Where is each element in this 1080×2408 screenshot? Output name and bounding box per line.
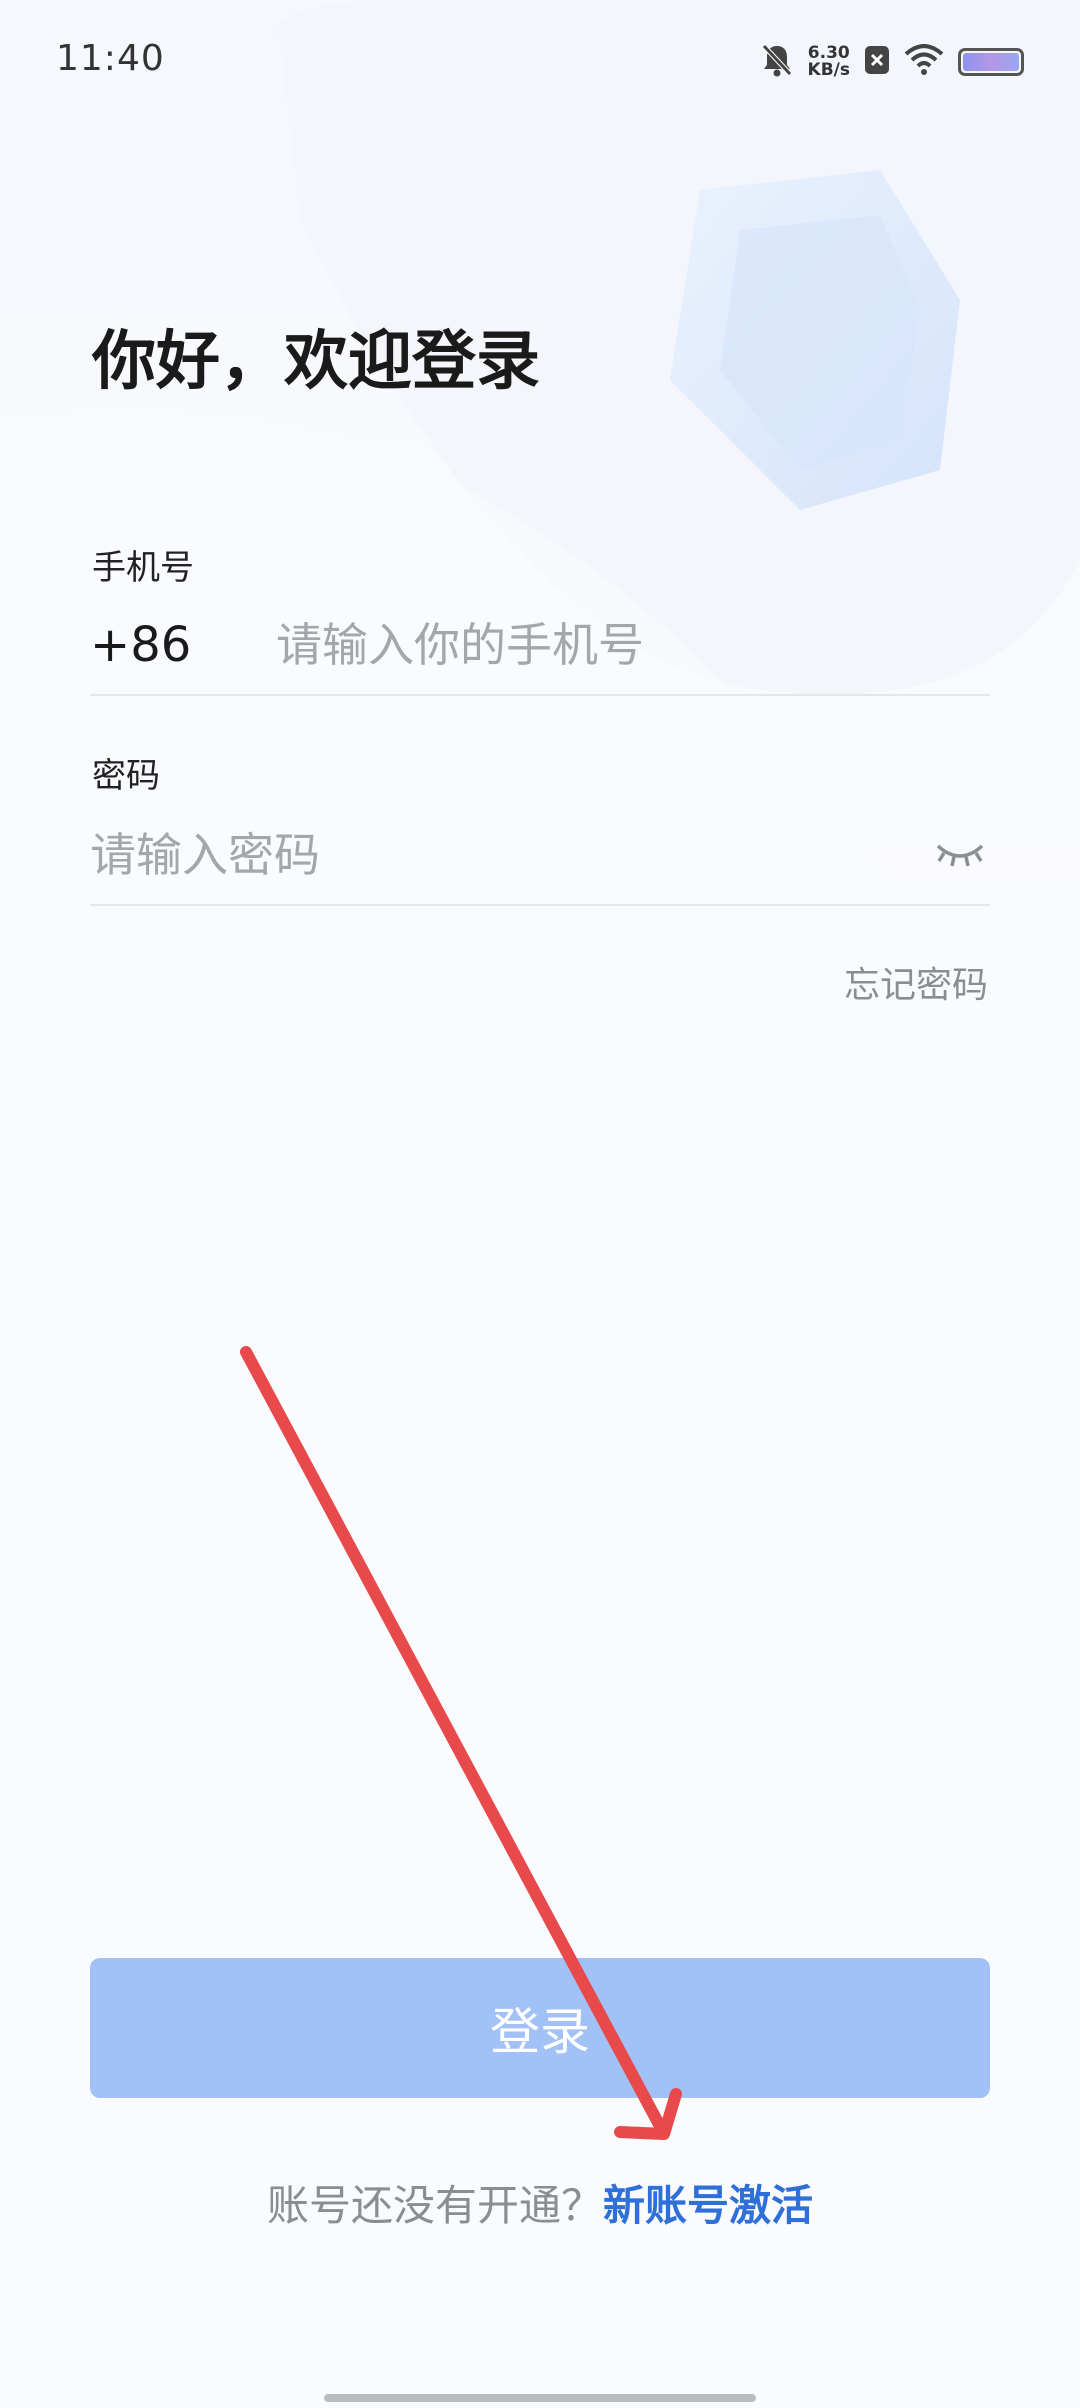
home-indicator[interactable] — [324, 2394, 756, 2402]
wifi-icon — [904, 44, 944, 80]
login-button[interactable]: 登录 — [90, 1958, 990, 2098]
activate-account-row: 账号还没有开通？新账号激活 — [0, 2172, 1080, 2233]
battery-icon — [958, 48, 1024, 76]
password-label: 密码 — [92, 756, 160, 796]
country-code[interactable]: +86 — [90, 617, 276, 673]
status-icons: 6.30 KB/s — [760, 40, 1024, 84]
password-field-row — [90, 806, 990, 906]
page-title: 你好，欢迎登录 — [92, 325, 540, 399]
phone-field-row: +86 — [90, 596, 990, 696]
password-input[interactable] — [90, 815, 930, 895]
mute-bell-icon — [760, 42, 794, 82]
network-speed-unit: KB/s — [807, 60, 850, 80]
battery-level — [963, 53, 1019, 71]
login-screen: 11:40 6.30 KB/s 你好，欢迎登录 手机号 +86 请输入你的手机号… — [0, 0, 1080, 2408]
activate-account-link[interactable]: 新账号激活 — [603, 2181, 813, 2230]
status-time: 11:40 — [56, 38, 165, 79]
activate-question: 账号还没有开通？ — [266, 2181, 603, 2230]
phone-label: 手机号 — [92, 548, 194, 588]
eye-closed-icon[interactable] — [930, 825, 990, 885]
status-bar: 11:40 6.30 KB/s — [0, 0, 1080, 120]
close-box-icon — [864, 45, 890, 79]
phone-input[interactable] — [276, 605, 990, 685]
network-speed: 6.30 KB/s — [808, 45, 850, 79]
forgot-password-link[interactable]: 忘记密码 — [844, 956, 988, 1008]
